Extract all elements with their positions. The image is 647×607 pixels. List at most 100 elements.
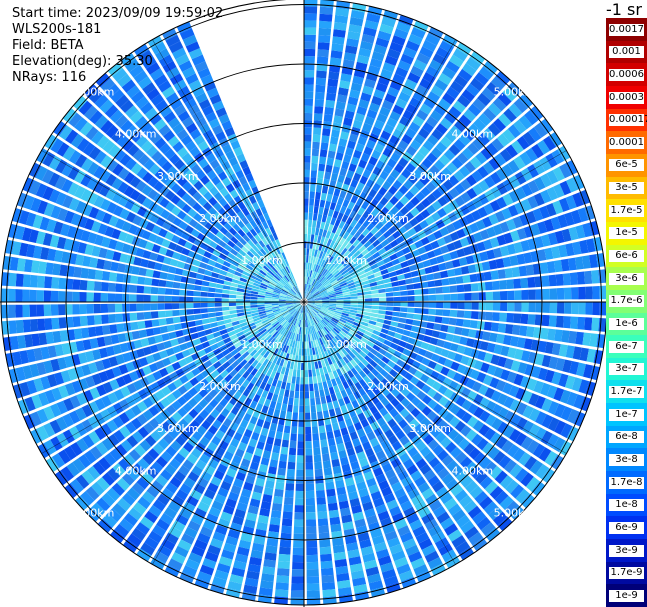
ray-gate [313,127,322,136]
ray-gate [331,129,340,138]
ray-gate [280,446,289,455]
range-ring-label: 1.00km [325,338,367,351]
ray-gate [208,282,217,288]
ray-gate [222,310,230,316]
ray-gate [521,289,529,300]
ray-gate [216,320,225,326]
ray-gate [158,279,167,287]
ray-gate [513,313,522,324]
ray-gate [157,310,166,318]
ray-gate [15,304,23,318]
ray-gate [569,272,578,285]
ray-gate [343,296,351,300]
ray-gate [306,341,310,349]
ray-gate [316,184,322,193]
ray-gate [447,269,456,277]
ray-gate [189,326,198,334]
ray-gate [144,320,153,328]
range-ring-label: 3.00km [157,422,199,435]
ray-gate [325,481,335,490]
colorbar-label: 1e-8 [609,499,644,512]
ray-gate [304,155,311,163]
ray-gate [137,276,146,285]
ray-gate [330,136,339,145]
ray-gate [440,324,449,333]
ray-gate [282,432,290,441]
ray-gate [393,302,401,307]
ray-gate [129,303,137,312]
ray-gate [304,391,310,399]
ray-gate [407,302,415,307]
ray-gate [443,294,451,301]
ray-gate [548,274,557,287]
ray-gate [58,277,67,290]
ray-gate [281,525,292,534]
ray-gate [145,328,155,337]
ray-gate [598,318,606,332]
ray-gate [297,448,304,456]
ray-gate [306,512,316,520]
ray-gate [364,305,372,309]
ray-gate [398,317,407,324]
ray-gate [101,314,109,324]
ray-gate [404,324,413,331]
ray-gate [166,273,175,281]
ray-gate [591,270,600,284]
ray-gate [598,269,606,284]
ray-gate [469,320,478,329]
ray-gate [43,304,52,317]
ray-gate [384,282,393,288]
colorbar-label: 3e-8 [609,453,644,466]
ray-gate [190,265,199,273]
ray-gate [350,299,358,302]
ray-gate [164,303,173,310]
ray-gate [585,286,593,300]
ray-gate [236,291,244,296]
ray-gate [284,497,294,505]
ray-gate [378,306,387,311]
ray-gate [93,281,102,291]
ray-gate [193,297,201,302]
ray-gate [306,583,320,591]
ray-gate [304,184,310,192]
ray-gate [72,316,81,328]
ray-gate [370,285,379,291]
ray-gate [392,291,401,297]
ray-gate [215,283,224,289]
ray-gate [406,313,415,319]
colorbar-swatch: 1.7e-9 [606,561,647,585]
ray-gate [296,462,304,470]
ray-gate [410,270,419,278]
ray-gate [129,294,137,302]
ray-gate [72,291,80,302]
ray-gate [50,304,59,316]
ray-gate [257,304,265,308]
ray-gate [304,341,307,349]
ray-gate [314,99,324,107]
range-ring-label: 2.00km [199,212,241,225]
ray-gate [275,402,282,411]
ray-gate [426,322,435,330]
ray-gate [311,412,317,420]
ray-gate [512,324,521,336]
ray-gate [228,302,236,307]
ray-gate [400,296,408,302]
ray-gate [308,219,313,228]
colorbar-label: 0.0003 [609,91,644,104]
ray-gate [315,191,321,200]
ray-gate [456,310,465,318]
ray-gate [306,597,321,605]
ray-gate [332,465,342,475]
ray-gate [292,562,304,570]
ray-gate [273,495,283,505]
ray-gate [455,318,464,327]
ray-gate [304,6,318,14]
ray-gate [305,469,314,477]
ray-gate [306,554,319,563]
ray-gate [116,323,125,333]
ray-gate [312,220,317,228]
ray-gate [306,576,320,584]
ray-gate [407,296,415,301]
ray-gate [322,453,330,462]
ray-gate [59,330,69,342]
